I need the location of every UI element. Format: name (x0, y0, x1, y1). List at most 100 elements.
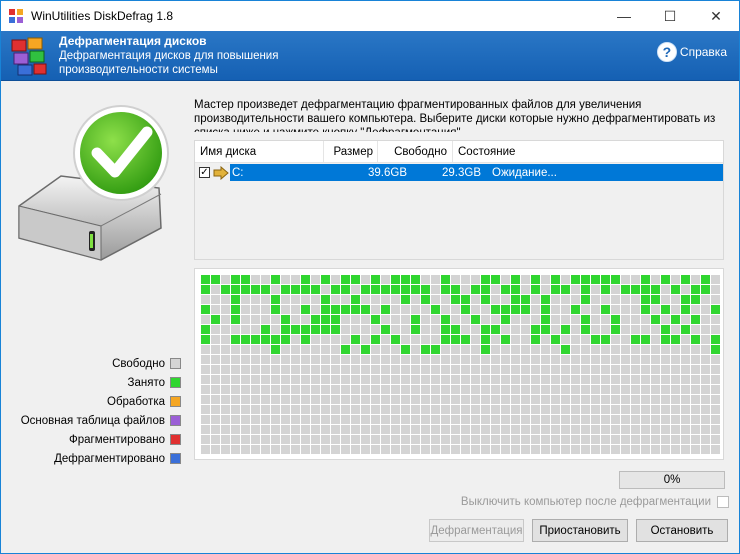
cluster-free (671, 305, 680, 314)
cluster-used (201, 325, 210, 334)
cluster-free (341, 395, 350, 404)
pause-button[interactable]: Приостановить (532, 519, 628, 542)
cluster-free (671, 275, 680, 284)
cluster-free (491, 405, 500, 414)
cluster-free (711, 415, 720, 424)
cluster-free (711, 325, 720, 334)
cluster-free (261, 415, 270, 424)
cluster-free (201, 365, 210, 374)
legend-swatch (170, 453, 181, 464)
cluster-free (301, 355, 310, 364)
help-link[interactable]: ? Справка (656, 42, 727, 62)
minimize-button[interactable]: — (601, 1, 647, 31)
cluster-free (571, 375, 580, 384)
cluster-free (611, 365, 620, 374)
disk-checkbox[interactable]: ✓ (199, 167, 210, 178)
stop-button[interactable]: Остановить (636, 519, 728, 542)
cluster-free (451, 365, 460, 374)
cluster-free (411, 345, 420, 354)
cluster-free (711, 285, 720, 294)
cluster-free (511, 335, 520, 344)
cluster-free (401, 435, 410, 444)
column-size[interactable]: Размер (324, 141, 378, 163)
cluster-free (641, 315, 650, 324)
disk-list[interactable]: Имя диска Размер Свободно Состояние ✓ C:… (194, 140, 724, 260)
cluster-free (641, 325, 650, 334)
cluster-free (391, 315, 400, 324)
cluster-free (601, 405, 610, 414)
cluster-free (471, 395, 480, 404)
cluster-free (641, 345, 650, 354)
cluster-free (591, 415, 600, 424)
cluster-free (221, 435, 230, 444)
cluster-free (371, 305, 380, 314)
cluster-free (671, 445, 680, 454)
cluster-free (501, 275, 510, 284)
cluster-free (481, 395, 490, 404)
cluster-free (321, 355, 330, 364)
cluster-used (321, 275, 330, 284)
cluster-free (421, 395, 430, 404)
cluster-used (701, 275, 710, 284)
cluster-free (331, 365, 340, 374)
cluster-free (361, 375, 370, 384)
close-button[interactable]: ✕ (693, 1, 739, 31)
cluster-free (591, 395, 600, 404)
disk-row-selection[interactable]: C: 39.6GB 29.3GB Ожидание... (230, 164, 723, 181)
cluster-free (291, 365, 300, 374)
cluster-free (491, 425, 500, 434)
cluster-free (411, 415, 420, 424)
cluster-free (371, 425, 380, 434)
column-state[interactable]: Состояние (453, 141, 723, 163)
cluster-free (491, 295, 500, 304)
shutdown-checkbox[interactable] (717, 496, 729, 508)
cluster-free (211, 415, 220, 424)
cluster-free (481, 365, 490, 374)
cluster-free (571, 335, 580, 344)
cluster-free (291, 435, 300, 444)
cluster-used (451, 325, 460, 334)
defrag-button[interactable]: Дефрагментация (429, 519, 524, 542)
column-disk-name[interactable]: Имя диска (195, 141, 324, 163)
legend-swatch (170, 358, 181, 369)
cluster-free (651, 425, 660, 434)
cluster-used (661, 335, 670, 344)
cluster-used (341, 285, 350, 294)
cluster-free (641, 395, 650, 404)
cluster-used (251, 335, 260, 344)
disk-row[interactable]: ✓ C: 39.6GB 29.3GB Ожидание... (195, 164, 723, 181)
column-free[interactable]: Свободно (378, 141, 453, 163)
cluster-free (701, 355, 710, 364)
cluster-free (431, 425, 440, 434)
cluster-free (401, 385, 410, 394)
cluster-free (341, 415, 350, 424)
cluster-used (301, 275, 310, 284)
cluster-used (391, 285, 400, 294)
cluster-free (661, 415, 670, 424)
cluster-free (411, 365, 420, 374)
cluster-free (241, 435, 250, 444)
cluster-free (531, 415, 540, 424)
cluster-free (701, 385, 710, 394)
cluster-free (281, 355, 290, 364)
title-bar[interactable]: WinUtilities DiskDefrag 1.8 — ☐ ✕ (1, 1, 739, 31)
cluster-free (251, 305, 260, 314)
cluster-free (201, 405, 210, 414)
cluster-free (391, 355, 400, 364)
cluster-used (511, 295, 520, 304)
cluster-free (361, 395, 370, 404)
cluster-used (691, 285, 700, 294)
cluster-free (331, 355, 340, 364)
maximize-button[interactable]: ☐ (647, 1, 693, 31)
cluster-free (621, 425, 630, 434)
cluster-used (601, 335, 610, 344)
cluster-free (221, 395, 230, 404)
cluster-free (501, 325, 510, 334)
cluster-free (281, 295, 290, 304)
cluster-free (271, 315, 280, 324)
cluster-free (571, 345, 580, 354)
cluster-free (241, 445, 250, 454)
cluster-free (571, 385, 580, 394)
cluster-free (281, 415, 290, 424)
shutdown-option[interactable]: Выключить компьютер после дефрагментации (461, 496, 729, 508)
